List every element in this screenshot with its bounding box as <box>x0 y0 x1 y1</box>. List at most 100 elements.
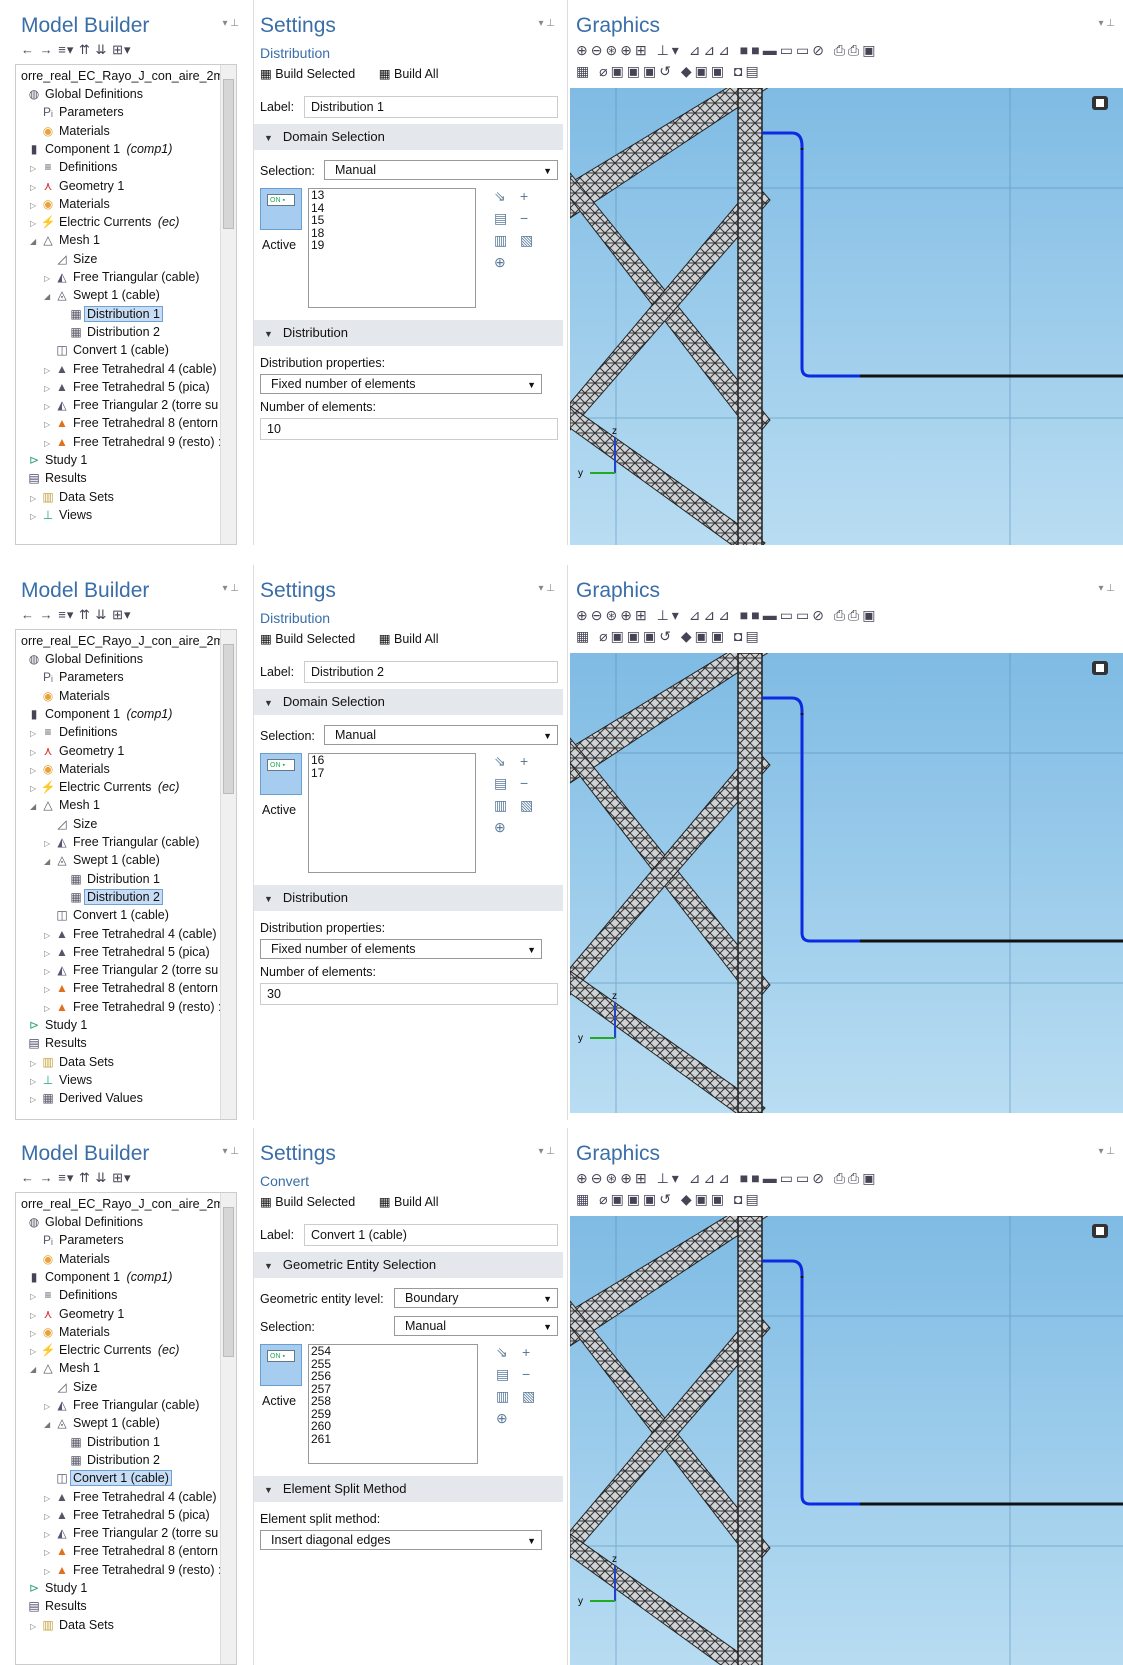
filter-icon[interactable]: ≡▾ <box>58 42 74 57</box>
pin-icon[interactable]: ▾ ⊥ <box>1098 583 1115 594</box>
selection-dropdown[interactable]: Manual ▼ <box>394 1316 558 1336</box>
tree-item[interactable]: ▷ ▲ Free Tetrahedral 8 (entorn <box>44 414 221 432</box>
print-icon[interactable]: ⎙ <box>848 42 862 58</box>
zx-view-icon[interactable]: ⊿ <box>718 1170 733 1186</box>
tree-item[interactable]: ◍ Global Definitions <box>16 650 146 668</box>
scene-light-icon[interactable]: ▣ <box>695 63 711 79</box>
selection-list[interactable]: 254 255 256 257 258 259 260 261 <box>308 1344 478 1464</box>
build-all-button[interactable]: ▦ Build All <box>379 632 449 646</box>
expander-icon[interactable]: ▷ <box>30 508 40 526</box>
scrollbar-thumb[interactable] <box>223 644 234 794</box>
pin-icon[interactable]: ▾ ⊥ <box>538 583 555 594</box>
collapse-caret-icon[interactable]: ▼ <box>264 1261 273 1271</box>
yz-view-icon[interactable]: ⊿ <box>703 42 718 58</box>
grid-icon[interactable]: ▣ <box>643 63 659 79</box>
expander-icon[interactable]: ◢ <box>44 288 54 306</box>
headlight-icon[interactable]: ▣ <box>711 1191 727 1207</box>
paste-selection-icon[interactable]: ⇘ <box>494 753 506 770</box>
back-arrow-icon[interactable]: ← <box>21 607 35 622</box>
select-point-icon[interactable]: ▭ <box>796 42 812 58</box>
tree-item[interactable]: ▦ Distribution 2 <box>58 1451 163 1469</box>
entity-level-dropdown[interactable]: Boundary ▼ <box>394 1288 558 1308</box>
expand-all-icon[interactable]: ⇈ <box>79 1170 91 1185</box>
tree-item[interactable]: ▷ ≡ Definitions <box>30 158 120 176</box>
expander-icon[interactable]: ▷ <box>30 1055 40 1073</box>
zoom-selected-icon[interactable]: ⊕ <box>620 1170 635 1186</box>
wireframe-icon[interactable]: ⌀ <box>599 63 610 79</box>
model-tree[interactable]: orre_real_EC_Rayo_J_con_aire_2m.m ◍ Globa… <box>15 629 237 1120</box>
collapse-all-icon[interactable]: ⇊ <box>96 607 108 622</box>
tree-item[interactable]: ◉ Materials <box>30 1250 113 1268</box>
zoom-extents-icon[interactable]: ⊞ <box>635 42 650 58</box>
zoom-selection-icon[interactable]: ▧ <box>520 797 533 814</box>
expander-icon[interactable]: ▷ <box>44 835 54 853</box>
tree-item[interactable]: ▷ ◉ Materials <box>30 195 113 213</box>
tree-options-icon[interactable]: ⊞▾ <box>112 1170 131 1185</box>
build-all-button[interactable]: ▦ Build All <box>379 1195 449 1209</box>
tree-item[interactable]: ▷ ▥ Data Sets <box>30 488 117 506</box>
expander-icon[interactable]: ▷ <box>30 160 40 178</box>
paste-selection-icon[interactable]: ⇘ <box>496 1344 508 1361</box>
yz-view-icon[interactable]: ⊿ <box>703 1170 718 1186</box>
distribution-properties-dropdown[interactable]: Fixed number of elements ▼ <box>260 939 542 959</box>
select-boundary-icon[interactable]: ▬ <box>763 42 780 58</box>
expander-icon[interactable]: ◢ <box>30 1361 40 1379</box>
clear-selection-icon[interactable]: ⊘ <box>812 42 827 58</box>
select-domain-icon[interactable]: ■ <box>751 1170 762 1186</box>
select-icon[interactable]: ■ <box>740 1170 751 1186</box>
export-icon[interactable]: ▣ <box>862 42 878 58</box>
tree-item[interactable]: ▷ ◭ Free Triangular (cable) <box>44 833 202 851</box>
tree-item[interactable]: ▷ ▥ Data Sets <box>30 1616 117 1634</box>
tree-item[interactable]: ▷ ▲ Free Tetrahedral 9 (resto) : <box>44 433 224 451</box>
paste-selection-icon[interactable]: ⇘ <box>494 188 506 205</box>
zoom-in-icon[interactable]: ⊕ <box>576 607 591 623</box>
tree-item[interactable]: ▷ ≡ Definitions <box>30 1286 120 1304</box>
label-field[interactable]: Distribution 1 <box>304 96 558 118</box>
wireframe-icon[interactable]: ⌀ <box>599 628 610 644</box>
selection-list[interactable]: 13 14 15 18 19 <box>308 188 476 308</box>
tree-item[interactable]: ▷ ◭ Free Triangular (cable) <box>44 268 202 286</box>
select-boundary-icon[interactable]: ▬ <box>763 607 780 623</box>
selection-dropdown[interactable]: Manual ▼ <box>324 160 558 180</box>
section-header-2[interactable]: ▼ Distribution <box>254 885 563 911</box>
list-item[interactable]: 260 <box>309 1420 477 1433</box>
label-field[interactable]: Convert 1 (cable) <box>304 1224 558 1246</box>
axis-view-icon[interactable]: ⊥▾ <box>657 1170 682 1186</box>
xy-view-icon[interactable]: ⊿ <box>689 607 704 623</box>
back-arrow-icon[interactable]: ← <box>21 42 35 57</box>
remove-icon[interactable]: − <box>520 210 528 226</box>
expander-icon[interactable]: ▷ <box>44 416 54 434</box>
tree-item[interactable]: ◫ Convert 1 (cable) <box>44 906 172 924</box>
collapse-caret-icon[interactable]: ▼ <box>264 133 273 143</box>
tree-item[interactable]: ▷ ▲ Free Tetrahedral 4 (cable) <box>44 360 220 378</box>
expander-icon[interactable]: ▷ <box>30 1618 40 1636</box>
expander-icon[interactable]: ▷ <box>30 179 40 197</box>
camera-icon[interactable]: ◘ <box>734 1191 745 1207</box>
tree-scrollbar[interactable] <box>220 1193 236 1664</box>
copy-selection-icon[interactable]: ▤ <box>496 1366 509 1383</box>
expander-icon[interactable]: ▷ <box>44 1490 54 1508</box>
distribution-properties-dropdown[interactable]: Fixed number of elements ▼ <box>260 374 542 394</box>
tree-item[interactable]: Pᵢ Parameters <box>30 103 127 121</box>
list-item[interactable]: 259 <box>309 1407 477 1421</box>
printer-icon[interactable]: ▤ <box>746 63 762 79</box>
tree-item[interactable]: ◢ △ Mesh 1 <box>30 796 103 814</box>
forward-arrow-icon[interactable]: → <box>40 607 54 622</box>
pin-icon[interactable]: ▾ ⊥ <box>1098 18 1115 29</box>
expand-all-icon[interactable]: ⇈ <box>79 42 91 57</box>
print-icon[interactable]: ⎙ <box>848 607 862 623</box>
tree-item[interactable]: ▷ ◭ Free Triangular (cable) <box>44 1396 202 1414</box>
build-selected-button[interactable]: ▦ Build Selected <box>260 67 365 81</box>
list-item[interactable]: 17 <box>309 766 475 780</box>
expander-icon[interactable]: ▷ <box>44 362 54 380</box>
tree-item[interactable]: ▷ ⊥ Views <box>30 506 95 524</box>
zoom-in-icon[interactable]: ⊕ <box>576 1170 591 1186</box>
tree-item[interactable]: ▦ Distribution 2 <box>58 323 163 341</box>
tree-scrollbar[interactable] <box>220 630 236 1119</box>
zoom-selected-icon[interactable]: ⊕ <box>620 607 635 623</box>
tree-item[interactable]: ▷ ▲ Free Tetrahedral 5 (pica) <box>44 943 213 961</box>
expander-icon[interactable]: ▷ <box>44 963 54 981</box>
zx-view-icon[interactable]: ⊿ <box>718 607 733 623</box>
zoom-box-icon[interactable]: ⊛ <box>605 1170 620 1186</box>
expander-icon[interactable]: ▷ <box>30 1073 40 1091</box>
